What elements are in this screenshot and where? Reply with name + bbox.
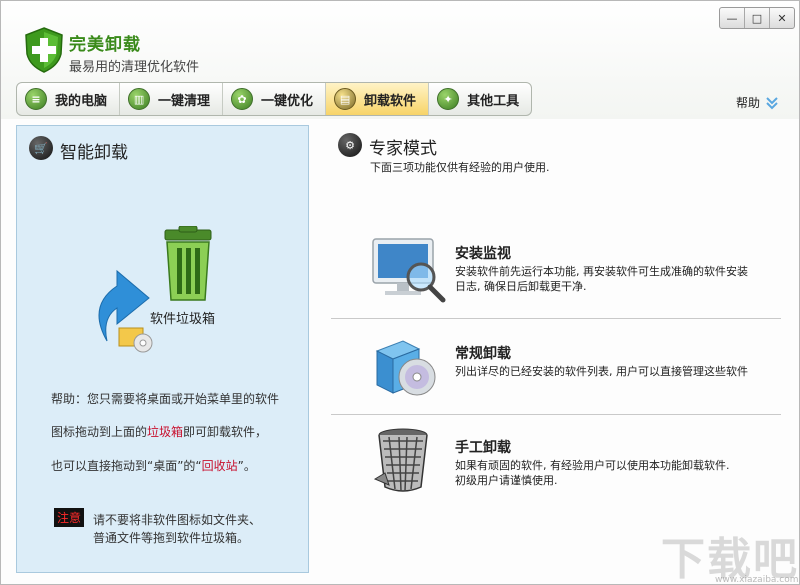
smart-uninstall-title: 智能卸载: [60, 143, 128, 163]
cart-icon: 🛒: [29, 136, 53, 160]
app-window: 完美卸载 最易用的清理优化软件 — □ ✕ ≡ 我的电脑 ▥ 一键清理 ✿ 一键…: [0, 0, 800, 585]
chevron-down-icon: [766, 96, 778, 109]
header: 完美卸载 最易用的清理优化软件 — □ ✕ ≡ 我的电脑 ▥ 一键清理 ✿ 一键…: [1, 1, 799, 119]
maximize-button[interactable]: □: [745, 8, 770, 28]
window-controls: — □ ✕: [719, 7, 795, 29]
tab-label: 一键优化: [261, 93, 314, 109]
close-button[interactable]: ✕: [770, 8, 794, 28]
note-line-2: 普通文件等拖到软件垃圾箱。: [93, 531, 250, 545]
divider: [331, 414, 781, 415]
help-text-part: ”。: [237, 459, 256, 473]
document-icon: ≡: [25, 88, 47, 110]
trash-link: 垃圾箱: [147, 425, 184, 439]
smart-uninstall-panel: 🛒 智能卸载 软件垃圾箱 帮助：您只需要将桌面或开始菜单里的软件 图标拖动到上面…: [16, 125, 309, 573]
software-box-disc-icon[interactable]: [373, 337, 439, 399]
divider: [331, 318, 781, 319]
tab-label: 其他工具: [467, 93, 520, 109]
main-tabbar: ≡ 我的电脑 ▥ 一键清理 ✿ 一键优化 ▤ 卸载软件 ✦ 其他工具: [16, 82, 533, 116]
trash-icon: ▥: [128, 88, 151, 110]
help-link[interactable]: 帮助: [736, 94, 779, 111]
manual-uninstall-desc-2: 初级用户请谨慎使用.: [455, 474, 558, 487]
note-badge: 注意: [54, 508, 85, 527]
tab-other-tools[interactable]: ✦ 其他工具: [429, 83, 531, 115]
trash-label: 软件垃圾箱: [150, 312, 216, 327]
expert-mode-title: 专家模式: [369, 139, 437, 159]
recycle-bin-link: 回收站: [201, 459, 238, 473]
uninstall-icon: ▤: [334, 88, 357, 110]
tab-my-computer[interactable]: ≡ 我的电脑: [17, 83, 121, 115]
install-monitor-title[interactable]: 安装监视: [455, 243, 511, 263]
help-text-part: 即可卸载软件，: [183, 425, 268, 439]
tab-uninstall-software[interactable]: ▤ 卸载软件: [326, 83, 430, 115]
watermark-url: www.xiazaiba.com: [715, 575, 799, 585]
wastebasket-icon[interactable]: [373, 427, 435, 495]
expert-mode-icon: ⚙: [338, 133, 362, 157]
regular-uninstall-desc-1: 列出详尽的已经安装的软件列表, 用户可以直接管理这些软件: [455, 365, 748, 378]
note-line-1: 请不要将非软件图标如文件夹、: [93, 513, 262, 527]
monitor-magnifier-icon[interactable]: [371, 237, 447, 303]
help-text-part: 也可以直接拖动到“桌面”的“: [51, 459, 202, 473]
regular-uninstall-title[interactable]: 常规卸载: [455, 343, 511, 363]
tab-label: 卸载软件: [364, 93, 417, 109]
help-text-part: 图标拖动到上面的: [51, 425, 148, 439]
help-line-2: 图标拖动到上面的垃圾箱即可卸载软件，: [51, 423, 267, 440]
software-trash-drop-target[interactable]: [77, 226, 257, 356]
minimize-button[interactable]: —: [720, 8, 745, 28]
tab-label: 一键清理: [158, 93, 211, 109]
manual-uninstall-desc-1: 如果有顽固的软件, 有经验用户可以使用本功能卸载软件.: [455, 459, 730, 472]
tab-one-click-optimize[interactable]: ✿ 一键优化: [223, 83, 327, 115]
shield-logo-icon: [25, 27, 63, 73]
tab-one-click-clean[interactable]: ▥ 一键清理: [120, 83, 224, 115]
help-line-3: 也可以直接拖动到“桌面”的“回收站”。: [51, 457, 256, 474]
expert-mode-subtitle: 下面三项功能仅供有经验的用户使用.: [370, 161, 550, 174]
help-line-1: 帮助：您只需要将桌面或开始菜单里的软件: [51, 392, 280, 406]
install-monitor-desc-1: 安装软件前先运行本功能, 再安装软件可生成准确的软件安装: [455, 265, 748, 278]
app-title: 完美卸载: [69, 35, 141, 55]
help-label: 帮助: [736, 96, 761, 110]
pin-icon: ✦: [437, 88, 460, 110]
install-monitor-desc-2: 日志, 确保日后卸载更干净.: [455, 280, 587, 293]
gear-icon: ✿: [231, 88, 254, 110]
tab-label: 我的电脑: [55, 93, 108, 109]
manual-uninstall-title[interactable]: 手工卸载: [455, 437, 511, 457]
app-subtitle: 最易用的清理优化软件: [69, 60, 200, 75]
